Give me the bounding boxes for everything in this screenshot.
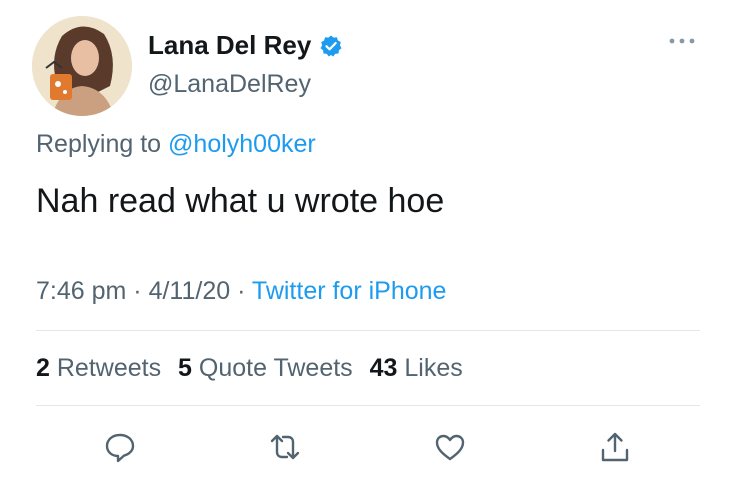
reply-context: Replying to @holyh00ker [36, 130, 316, 159]
quote-tweets-label: Quote Tweets [198, 354, 353, 382]
reply-icon [105, 433, 135, 463]
verified-badge-icon [320, 35, 342, 56]
tweet-date[interactable]: 4/11/20 [149, 277, 231, 305]
likes-label: Likes [404, 354, 463, 382]
tweet-source-link[interactable]: Twitter for iPhone [252, 277, 447, 305]
retweet-button[interactable] [268, 430, 302, 464]
tweet-card: Lana Del Rey @LanaDelRey Replying to @ho… [0, 0, 736, 477]
retweet-icon [270, 434, 300, 460]
display-name[interactable]: Lana Del Rey [148, 30, 311, 61]
quote-tweets-stat[interactable]: 5 Quote Tweets [178, 354, 353, 382]
quote-tweets-count: 5 [178, 354, 192, 382]
avatar[interactable] [32, 16, 132, 116]
reply-prefix: Replying to [36, 130, 162, 158]
share-icon [601, 432, 629, 462]
meta-separator: · [237, 277, 246, 305]
retweets-count: 2 [36, 354, 50, 382]
reply-mention-link[interactable]: @holyh00ker [168, 130, 316, 158]
author-row: Lana Del Rey [148, 30, 343, 61]
avatar-image [32, 16, 132, 116]
likes-count: 43 [369, 354, 398, 382]
share-button[interactable] [598, 430, 632, 464]
tweet-time[interactable]: 7:46 pm [36, 277, 126, 305]
divider [36, 405, 700, 406]
like-icon [435, 434, 465, 461]
action-bar [0, 430, 736, 470]
tweet-stats: 2 Retweets 5 Quote Tweets 43 Likes [36, 354, 473, 383]
likes-stat[interactable]: 43 Likes [370, 354, 463, 382]
reply-button[interactable] [103, 430, 137, 464]
tweet-meta: 7:46 pm · 4/11/20 · Twitter for iPhone [36, 277, 446, 306]
author-handle[interactable]: @LanaDelRey [148, 70, 311, 99]
more-options-icon[interactable] [668, 36, 696, 46]
retweets-stat[interactable]: 2 Retweets [36, 354, 161, 382]
divider [36, 330, 700, 331]
meta-separator: · [133, 277, 142, 305]
retweets-label: Retweets [56, 354, 162, 382]
like-button[interactable] [433, 430, 467, 464]
tweet-text: Nah read what u wrote hoe [36, 182, 445, 220]
